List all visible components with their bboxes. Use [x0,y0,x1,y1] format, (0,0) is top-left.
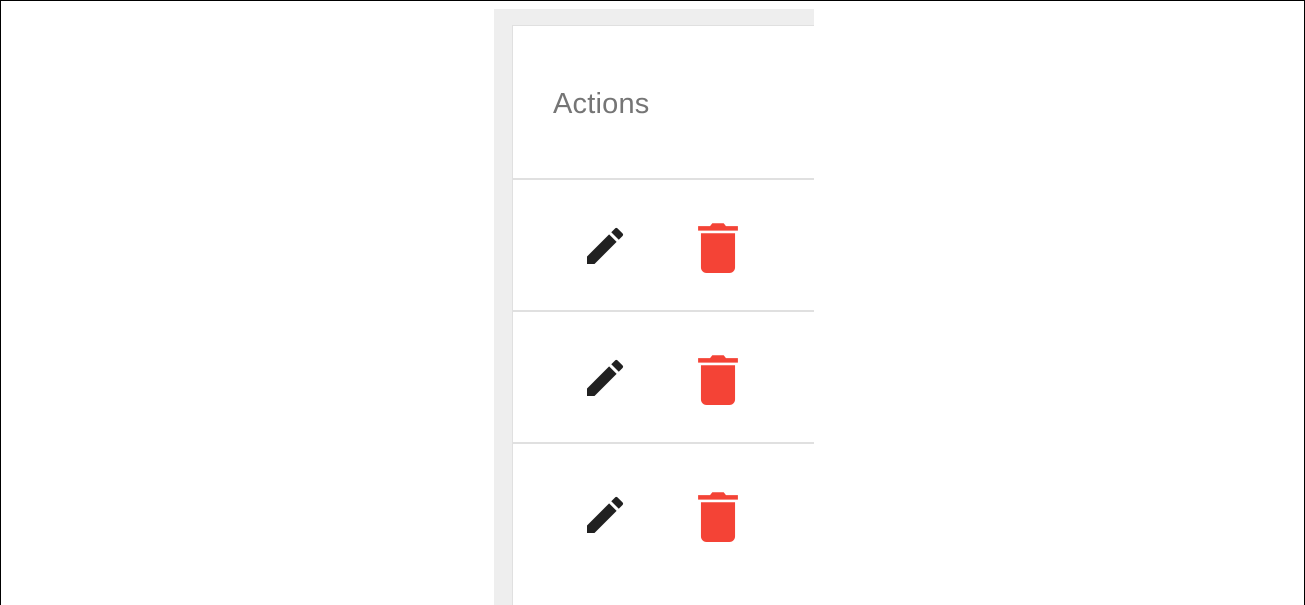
delete-button[interactable] [694,350,742,406]
pencil-icon [587,496,624,533]
table-row [513,444,814,576]
actions-table: Actions [512,25,814,605]
table-row [513,180,814,312]
table-row [513,312,814,444]
pencil-icon [587,359,624,396]
trash-icon [698,355,738,405]
edit-button[interactable] [581,350,629,406]
edit-button[interactable] [581,487,629,543]
table-header-actions: Actions [513,26,814,180]
delete-button[interactable] [694,218,742,274]
column-header-label: Actions [553,88,650,120]
trash-icon [698,492,738,542]
edit-button[interactable] [581,218,629,274]
pencil-icon [587,227,624,264]
delete-button[interactable] [694,487,742,543]
trash-icon [698,223,738,273]
